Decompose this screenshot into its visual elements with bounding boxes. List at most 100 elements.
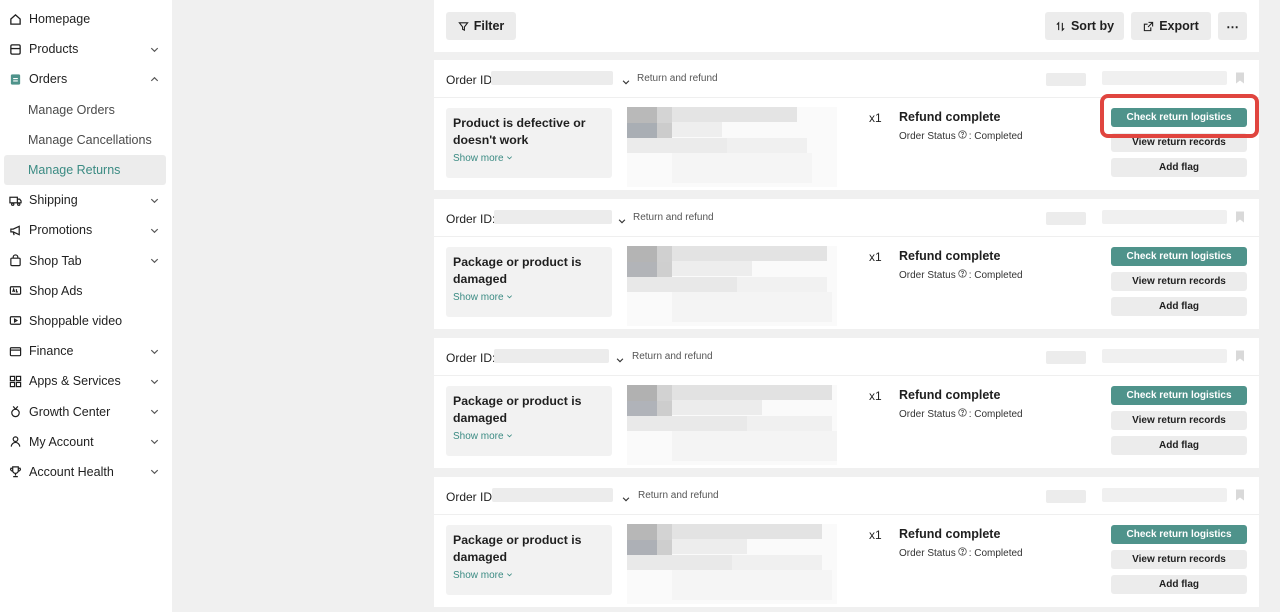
check-return-logistics-button[interactable]: Check return logistics [1111, 525, 1247, 544]
order-card-header: Order ID: Return and refund [434, 338, 1259, 376]
show-more-label: Show more [453, 153, 504, 164]
thumbnail-pixel-block [627, 107, 657, 123]
redacted-order-id [491, 71, 613, 85]
show-more-link[interactable]: Show more [453, 570, 605, 581]
add-flag-button[interactable]: Add flag [1111, 575, 1247, 594]
sidebar-item-growth-center[interactable]: Growth Center [0, 396, 172, 426]
truck-icon [9, 194, 22, 207]
thumbnail-pixel-block [627, 123, 657, 138]
redacted-order-id [494, 349, 609, 363]
sidebar-item-account-health[interactable]: Account Health [0, 457, 172, 487]
ads-icon [9, 284, 22, 297]
sidebar-item-shipping[interactable]: Shipping [0, 185, 172, 215]
chevron-down-icon[interactable] [617, 213, 627, 224]
quantity: x1 [869, 389, 882, 403]
video-icon [9, 314, 22, 327]
check-return-logistics-button[interactable]: Check return logistics [1111, 108, 1247, 127]
chevron-down-icon[interactable] [621, 491, 631, 502]
thumbnail-pixel-block [672, 107, 797, 122]
chevron-down-icon [506, 292, 513, 303]
show-more-link[interactable]: Show more [453, 431, 605, 442]
check-return-logistics-button[interactable]: Check return logistics [1111, 247, 1247, 266]
help-icon[interactable] [958, 408, 967, 420]
thumbnail-pixel-block [672, 246, 827, 261]
thumbnail-pixel-block [727, 138, 807, 153]
sidebar-item-shop-ads[interactable]: Shop Ads [0, 276, 172, 306]
redacted-order-id [494, 210, 612, 224]
view-return-records-button[interactable]: View return records [1111, 272, 1247, 291]
toolbar: Filter Sort by Export ⋯ [434, 0, 1259, 52]
sidebar-item-shoppable-video[interactable]: Shoppable video [0, 306, 172, 336]
return-reason-box: Package or product is damaged Show more [446, 247, 612, 317]
filter-button[interactable]: Filter [446, 12, 516, 40]
product-thumbnail [627, 246, 837, 326]
sidebar-item-promotions[interactable]: Promotions [0, 215, 172, 245]
thumbnail-pixel-block [672, 400, 762, 415]
more-options-button[interactable]: ⋯ [1218, 12, 1247, 40]
order-card-header: Order ID Return and refund [434, 60, 1259, 98]
add-flag-button[interactable]: Add flag [1111, 158, 1247, 177]
order-status-line: Order Status: Completed [899, 408, 1023, 420]
thumbnail-pixel-block [672, 385, 832, 400]
add-flag-button[interactable]: Add flag [1111, 436, 1247, 455]
thumbnail-pixel-block [747, 416, 832, 431]
chevron-down-icon [506, 431, 513, 442]
chevron-down-icon[interactable] [615, 352, 625, 363]
sidebar-item-finance[interactable]: Finance [0, 336, 172, 366]
thumbnail-pixel-block [657, 524, 672, 540]
redacted-info [1046, 490, 1086, 503]
chevron-down-icon [149, 44, 160, 55]
product-thumbnail [627, 107, 837, 187]
chevron-down-icon [149, 346, 160, 357]
order-status-line: Order Status: Completed [899, 269, 1023, 281]
order-status-line: Order Status: Completed [899, 547, 1023, 559]
chevron-down-icon [506, 570, 513, 581]
bookmark-icon[interactable] [1235, 349, 1245, 362]
thumbnail-pixel-block [672, 292, 832, 322]
return-reason: Product is defective or doesn't work [453, 116, 586, 147]
sort-by-button[interactable]: Sort by [1045, 12, 1124, 40]
bookmark-icon[interactable] [1235, 488, 1245, 501]
help-icon[interactable] [958, 547, 967, 559]
check-return-logistics-button[interactable]: Check return logistics [1111, 386, 1247, 405]
export-icon [1144, 21, 1154, 31]
more-icon: ⋯ [1226, 19, 1239, 34]
sidebar-item-manage-orders[interactable]: Manage Orders [0, 95, 172, 125]
chevron-down-icon [149, 466, 160, 477]
quantity: x1 [869, 250, 882, 264]
return-reason: Package or product is damaged [453, 394, 582, 425]
show-more-link[interactable]: Show more [453, 292, 605, 303]
sidebar-item-apps-services[interactable]: Apps & Services [0, 366, 172, 396]
view-return-records-button[interactable]: View return records [1111, 411, 1247, 430]
thumbnail-pixel-block [627, 262, 657, 277]
thumbnail-pixel-block [672, 431, 837, 461]
return-reason: Package or product is damaged [453, 533, 582, 564]
help-icon[interactable] [958, 269, 967, 281]
wallet-icon [9, 345, 22, 358]
thumbnail-pixel-block [627, 401, 657, 416]
sidebar-item-manage-returns[interactable]: Manage Returns [4, 154, 166, 186]
chevron-down-icon[interactable] [621, 74, 631, 85]
thumbnail-pixel-block [627, 524, 657, 540]
order-card: Order ID Return and refund Product is defe… [434, 60, 1259, 190]
clipboard-icon [9, 73, 22, 86]
sidebar-item-manage-cancellations[interactable]: Manage Cancellations [0, 125, 172, 155]
redacted-info [1046, 212, 1086, 225]
view-return-records-button[interactable]: View return records [1111, 550, 1247, 569]
add-flag-button[interactable]: Add flag [1111, 297, 1247, 316]
sidebar-item-homepage[interactable]: Homepage [0, 4, 172, 34]
help-icon[interactable] [958, 130, 967, 142]
sidebar-item-orders[interactable]: Orders [0, 64, 172, 94]
sidebar-item-my-account[interactable]: My Account [0, 427, 172, 457]
sidebar-item-products[interactable]: Products [0, 34, 172, 64]
thumbnail-pixel-block [657, 401, 672, 416]
bookmark-icon[interactable] [1235, 71, 1245, 84]
sidebar-item-shop-tab[interactable]: Shop Tab [0, 246, 172, 276]
return-type-tag: Return and refund [637, 73, 718, 84]
show-more-link[interactable]: Show more [453, 153, 605, 164]
redacted-info [1102, 488, 1227, 502]
export-button[interactable]: Export [1131, 12, 1211, 40]
return-reason: Package or product is damaged [453, 255, 582, 286]
view-return-records-button[interactable]: View return records [1111, 133, 1247, 152]
bookmark-icon[interactable] [1235, 210, 1245, 223]
